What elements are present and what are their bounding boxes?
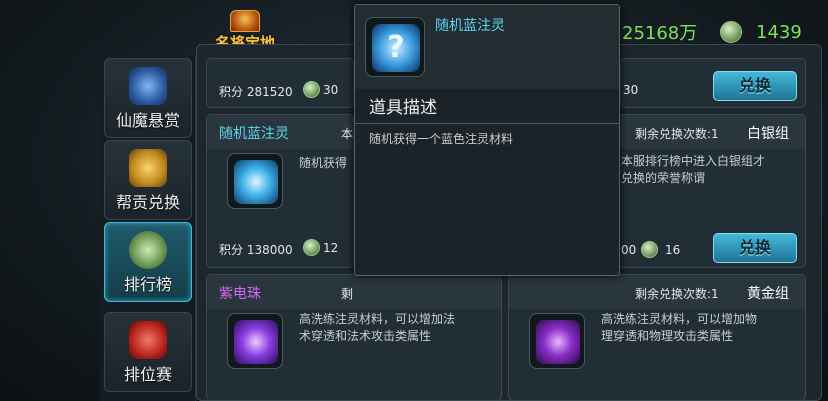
sidebar: 仙魔悬赏 帮贡兑换 排行榜 排位赛 [100, 56, 196, 401]
card-top-right: 30 兑换 [620, 58, 806, 108]
remaining-text: 剩余兑换次数:1 [635, 127, 719, 141]
question-mark-icon: ? [372, 24, 420, 72]
jade-coin-icon [303, 239, 320, 256]
jade-disc-icon [129, 231, 167, 269]
gold-treasure-icon [129, 149, 167, 187]
cost-text: 16 [665, 243, 681, 257]
tooltip-section-title: 道具描述 [369, 98, 437, 118]
card-random-blue-infusion: 随机蓝注灵 本 随机获得 积分 138000 12 [206, 114, 354, 268]
red-scroll-icon [129, 321, 167, 359]
item-name: 随机蓝注灵 [219, 126, 289, 142]
blue-orb-icon [234, 160, 278, 204]
tooltip-item-icon-slot: ? [365, 17, 425, 77]
item-description: 随机获得 [299, 156, 348, 170]
item-description: 兑换的荣誉称谓 [621, 171, 706, 185]
mask-emblem-icon [129, 67, 167, 105]
purple-orb-icon [234, 320, 278, 364]
card-purple-lightning-orb: 紫电珠 剩 高洗练注灵材料，可以增加法 术穿透和法术攻击类属性 [206, 274, 502, 401]
item-icon-slot[interactable] [227, 313, 283, 369]
points-text: 积分 138000 [219, 243, 293, 257]
cost-text: 12 [323, 241, 339, 255]
points-text: 00 [621, 243, 637, 257]
purple-claw-icon [536, 320, 580, 364]
currency-jade: 1439 [720, 18, 802, 46]
exchange-button[interactable]: 兑换 [713, 233, 797, 263]
item-description: 高洗练注灵材料，可以增加法 [299, 312, 456, 326]
tooltip-description: 随机获得一个蓝色注灵材料 [369, 132, 514, 146]
currency-silver-value: 25168万 [622, 23, 698, 44]
item-tooltip: ? 随机蓝注灵 道具描述 随机获得一个蓝色注灵材料 [354, 4, 620, 276]
sidebar-item-label: 排行榜 [123, 275, 172, 294]
currency-jade-value: 1439 [756, 21, 802, 43]
group-name: 白银组 [747, 126, 789, 142]
card-gold-group: 剩余兑换次数:1 黄金组 高洗练注灵材料，可以增加物 理穿透和物理攻击类属性 [508, 274, 806, 401]
jade-coin-icon [641, 241, 658, 258]
item-description: 理穿透和物理攻击类属性 [601, 329, 734, 343]
item-icon-slot[interactable] [227, 153, 283, 209]
remaining-text-truncated: 剩 [341, 287, 354, 301]
sidebar-item-label: 排位赛 [123, 365, 172, 384]
cost-text: 30 [623, 83, 639, 97]
jade-coin-icon [720, 21, 742, 43]
sidebar-item-label: 仙魔悬赏 [115, 111, 180, 130]
sidebar-item-ranked-match[interactable]: 排位赛 [104, 312, 192, 392]
sidebar-item-guild-exchange[interactable]: 帮贡兑换 [104, 140, 192, 220]
tooltip-divider [355, 123, 619, 124]
card-top-left: 积分 281520 30 [206, 58, 354, 108]
item-description: 本服排行榜中进入白银组才 [621, 154, 766, 168]
sidebar-item-ranking[interactable]: 排行榜 [104, 222, 192, 302]
currency-silver: 25168万 [622, 18, 697, 46]
remaining-text: 剩余兑换次数:1 [635, 287, 719, 301]
sidebar-item-label: 帮贡兑换 [115, 193, 180, 212]
tooltip-item-name: 随机蓝注灵 [435, 18, 505, 34]
pavilion-icon [230, 10, 260, 32]
item-description: 术穿透和法术攻击类属性 [299, 329, 432, 343]
jade-coin-icon [303, 81, 320, 98]
exchange-button[interactable]: 兑换 [713, 71, 797, 101]
item-description: 高洗练注灵材料，可以增加物 [601, 312, 758, 326]
group-name: 黄金组 [747, 286, 789, 302]
points-text: 积分 281520 [219, 85, 293, 99]
cost-text: 30 [323, 83, 339, 97]
item-name: 紫电珠 [219, 286, 261, 302]
remaining-text-truncated: 本 [341, 127, 354, 141]
sidebar-item-bounty[interactable]: 仙魔悬赏 [104, 58, 192, 138]
item-icon-slot[interactable] [529, 313, 585, 369]
